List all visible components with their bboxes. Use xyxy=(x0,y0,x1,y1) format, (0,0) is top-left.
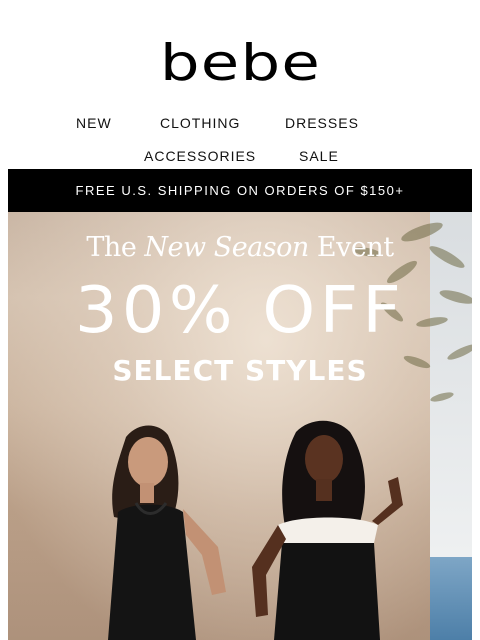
discount-headline: 30% OFF xyxy=(74,274,406,348)
nav-item-dresses[interactable]: DRESSES xyxy=(285,115,359,131)
hero-background-sea xyxy=(430,557,472,640)
bebe-logo[interactable]: bebe xyxy=(159,38,320,88)
shipping-promo-bar[interactable]: FREE U.S. SHIPPING ON ORDERS OF $150+ xyxy=(8,169,472,212)
event-title-pre: The xyxy=(86,232,137,263)
model-left-image xyxy=(108,425,226,640)
discount-subheadline: SELECT STYLES xyxy=(112,354,368,387)
nav-item-sale[interactable]: SALE xyxy=(299,148,339,164)
nav-item-clothing[interactable]: CLOTHING xyxy=(160,115,240,131)
header: bebe xyxy=(0,38,480,88)
nav-item-accessories[interactable]: ACCESSORIES xyxy=(144,148,256,164)
event-title-post: Event xyxy=(316,232,394,263)
event-title-italic: New Season xyxy=(144,232,309,263)
event-title: The New Season Event xyxy=(8,232,472,263)
shipping-promo-text: FREE U.S. SHIPPING ON ORDERS OF $150+ xyxy=(75,183,405,198)
hero-banner[interactable]: The New Season Event 30% OFF SELECT STYL… xyxy=(8,212,472,640)
nav-item-new[interactable]: NEW xyxy=(76,115,112,131)
model-right-image xyxy=(252,420,403,640)
